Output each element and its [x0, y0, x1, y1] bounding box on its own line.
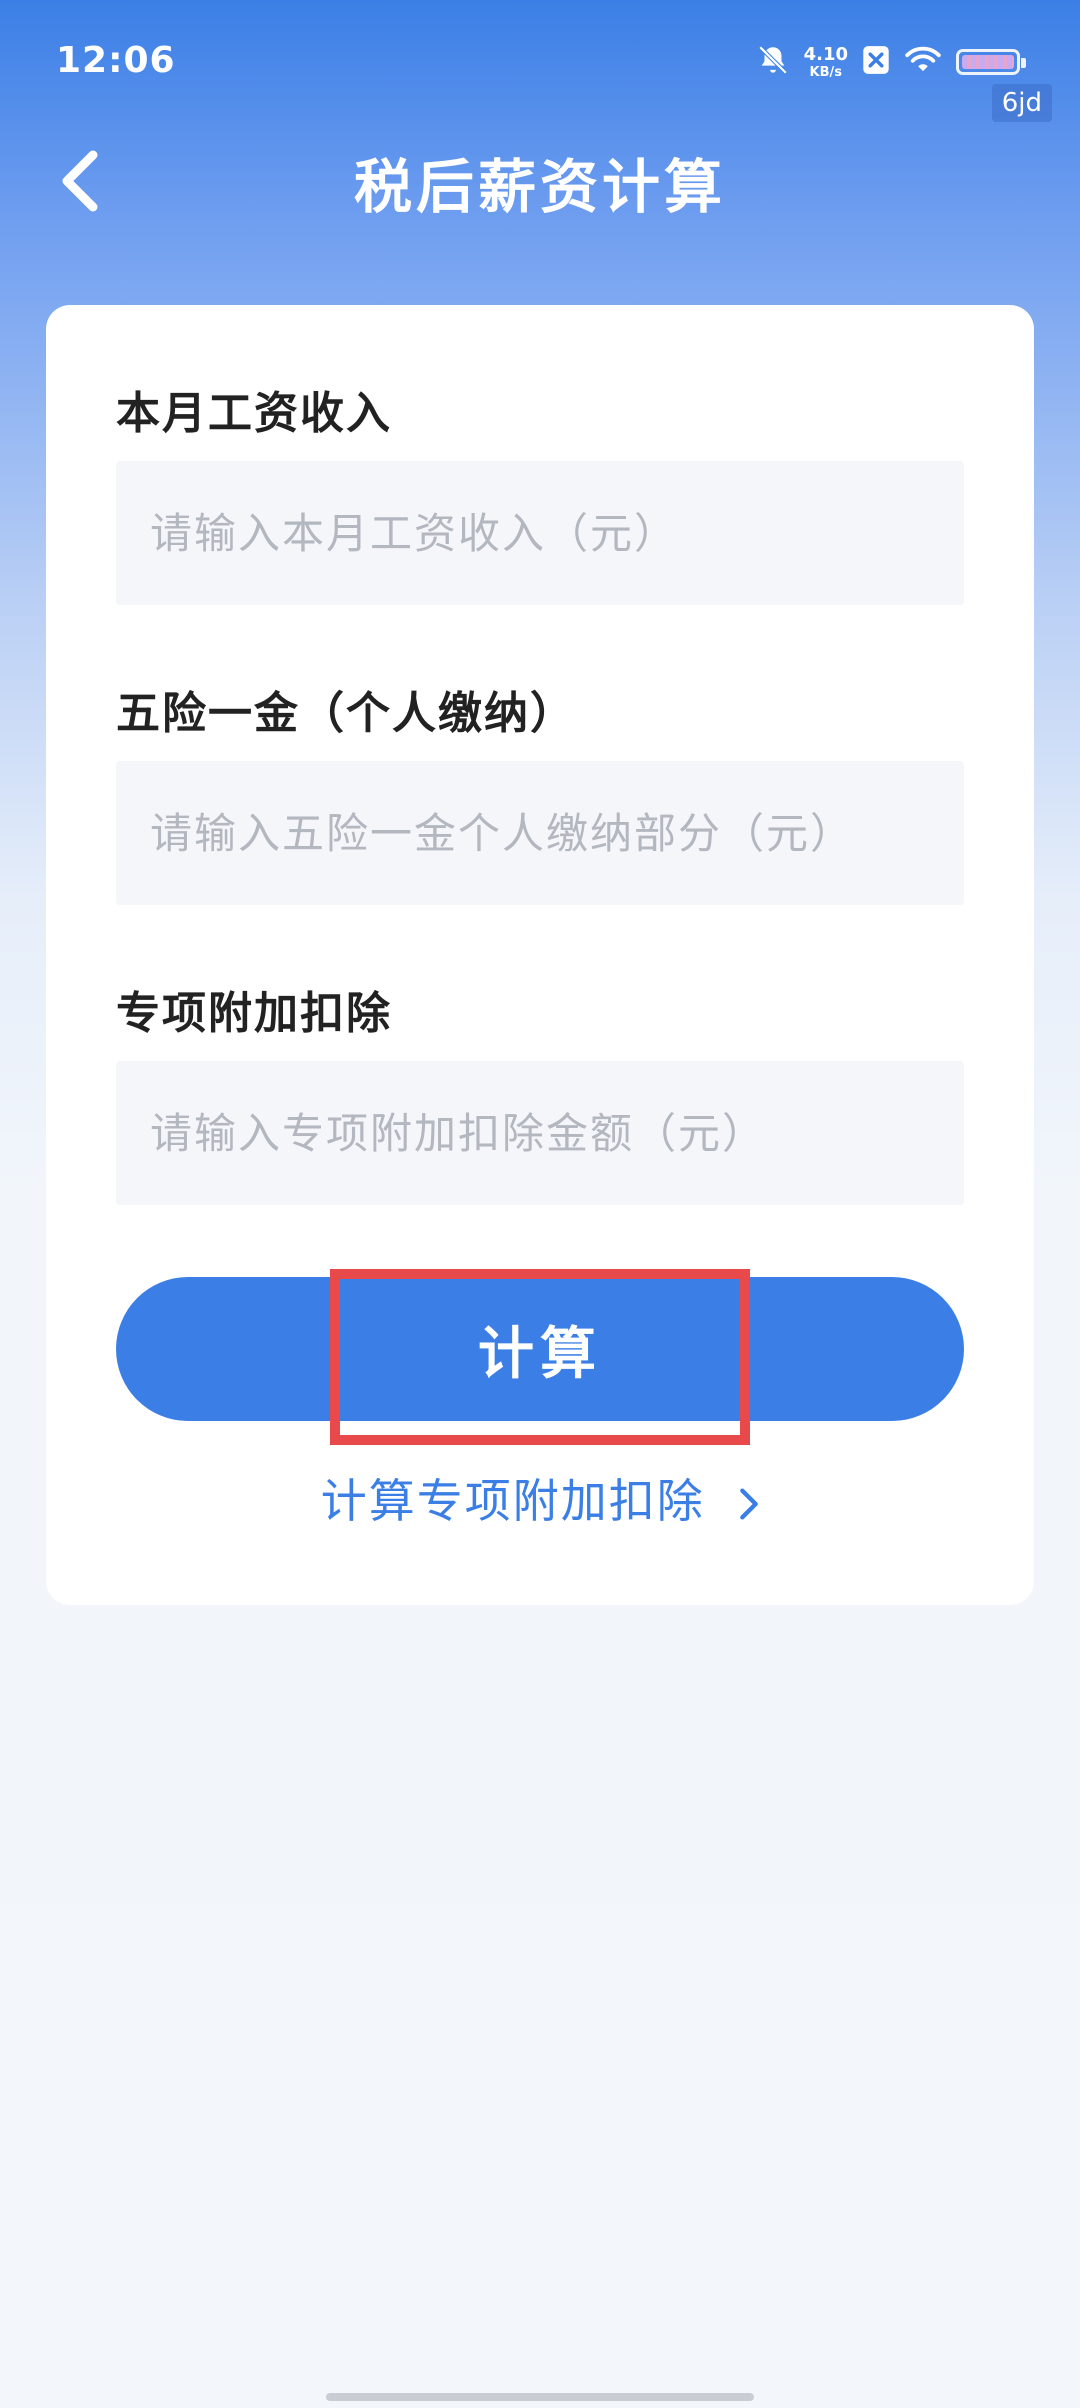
calc-deduction-link[interactable]: 计算专项附加扣除 [46, 1465, 1034, 1532]
form-card: 本月工资收入 五险一金（个人缴纳） 专项附加扣除 计算 计算专项附加扣除 [46, 305, 1034, 1605]
calculate-button[interactable]: 计算 [116, 1277, 964, 1421]
status-bar: 12:06 4.10 KB/s 6jd [0, 0, 1080, 130]
page-title: 税后薪资计算 [353, 153, 726, 221]
nav-bar: 税后薪资计算 [0, 130, 1080, 230]
calc-deduction-link-label: 计算专项附加扣除 [320, 1474, 705, 1528]
salary-label: 本月工资收入 [116, 388, 392, 439]
deduction-label: 专项附加扣除 [116, 988, 392, 1039]
net-speed-unit: KB/s [809, 64, 843, 80]
salary-input[interactable] [116, 461, 964, 605]
net-speed-value: 4.10 [803, 43, 848, 65]
sim-x-icon [862, 45, 890, 79]
bell-muted-icon [756, 43, 790, 81]
status-time: 12:06 [56, 40, 176, 81]
net-speed: 4.10 KB/s [803, 43, 848, 80]
insurance-input[interactable] [116, 761, 964, 905]
chevron-right-icon [739, 1478, 759, 1532]
battery-icon [956, 49, 1026, 75]
home-indicator[interactable] [326, 2393, 754, 2401]
insurance-label: 五险一金（个人缴纳） [116, 688, 576, 739]
wifi-icon [904, 45, 942, 79]
deduction-input[interactable] [116, 1061, 964, 1205]
debug-badge: 6jd [991, 84, 1052, 122]
status-icons: 4.10 KB/s [756, 42, 1026, 82]
